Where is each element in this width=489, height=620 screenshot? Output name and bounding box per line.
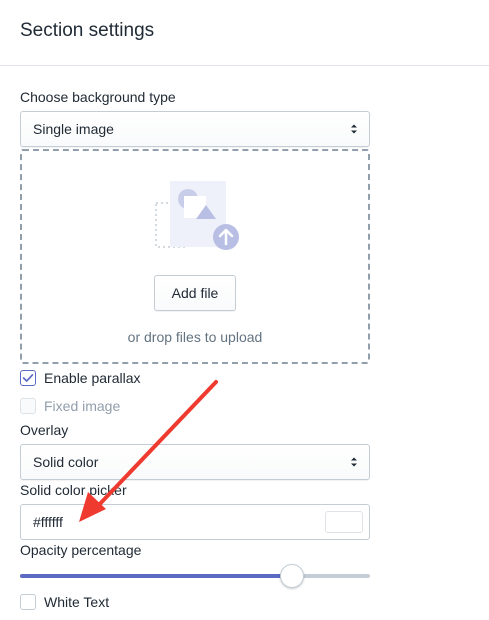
slider-thumb[interactable] <box>280 564 304 588</box>
solid-color-picker-label: Solid color picker <box>20 482 127 498</box>
solid-color-value: #ffffff <box>33 514 63 530</box>
overlay-value: Solid color <box>33 454 99 470</box>
background-type-select[interactable]: Single image <box>20 111 370 147</box>
enable-parallax-checkbox[interactable] <box>20 370 36 386</box>
opacity-slider[interactable] <box>20 562 370 588</box>
select-arrows-icon <box>351 457 357 467</box>
fixed-image-checkbox <box>20 398 36 414</box>
white-text-label: White Text <box>44 594 110 610</box>
slider-track-fill <box>20 574 292 578</box>
white-text-checkbox-row[interactable]: White Text <box>20 593 160 613</box>
background-type-label: Choose background type <box>20 89 176 105</box>
file-dropzone[interactable]: Add file or drop files to upload <box>20 149 370 364</box>
color-swatch[interactable] <box>325 511 363 533</box>
page-title: Section settings <box>20 20 155 41</box>
file-upload-illustration-icon <box>155 181 239 250</box>
white-text-checkbox[interactable] <box>20 594 36 610</box>
fixed-image-checkbox-row: Fixed image <box>20 397 160 417</box>
enable-parallax-checkbox-row[interactable]: Enable parallax <box>20 369 160 389</box>
enable-parallax-label: Enable parallax <box>44 370 141 386</box>
select-arrows-icon <box>351 124 357 134</box>
section-settings-header: Section settings <box>0 0 489 66</box>
solid-color-input[interactable]: #ffffff <box>20 504 370 540</box>
background-type-value: Single image <box>33 121 114 137</box>
opacity-percentage-label: Opacity percentage <box>20 542 142 558</box>
overlay-select[interactable]: Solid color <box>20 444 370 480</box>
fixed-image-label: Fixed image <box>44 398 121 414</box>
overlay-label: Overlay <box>20 422 69 438</box>
add-file-button[interactable]: Add file <box>154 275 236 311</box>
drop-files-hint: or drop files to upload <box>127 329 263 345</box>
checkmark-icon <box>22 374 34 382</box>
